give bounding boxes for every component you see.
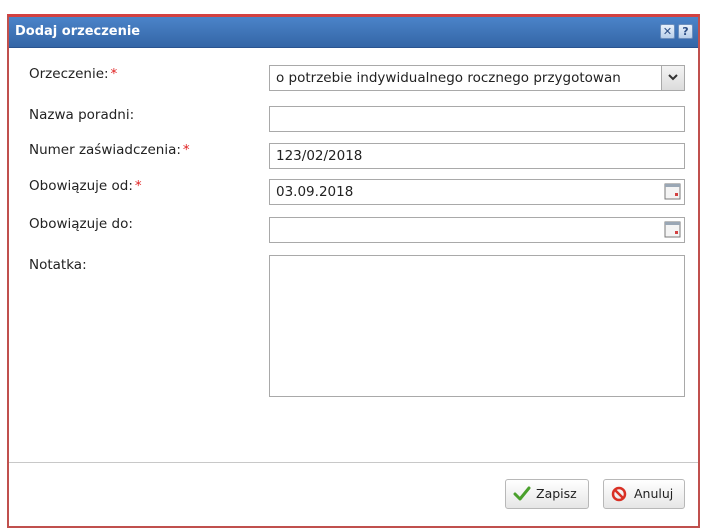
- checkmark-icon: [513, 486, 531, 501]
- obowiazuje-od-input[interactable]: 03.09.2018: [269, 179, 685, 205]
- close-icon[interactable]: ✕: [660, 24, 675, 39]
- help-icon[interactable]: ?: [678, 24, 693, 39]
- orzeczenie-label: Orzeczenie: *: [29, 66, 118, 82]
- numer-zaswiadczenia-input[interactable]: 123/02/2018: [269, 143, 685, 169]
- obowiazuje-do-label: Obowiązuje do:: [29, 216, 133, 232]
- notatka-textarea[interactable]: [269, 255, 685, 397]
- calendar-icon[interactable]: [664, 182, 682, 202]
- obowiazuje-od-value: 03.09.2018: [276, 184, 354, 200]
- required-marker: *: [110, 66, 118, 82]
- obowiazuje-do-input[interactable]: [269, 217, 685, 243]
- required-marker: *: [134, 178, 142, 194]
- dialog-titlebar: Dodaj orzeczenie ✕ ?: [9, 17, 698, 48]
- notatka-label: Notatka:: [29, 257, 87, 273]
- numer-zaswiadczenia-label: Numer zaświadczenia: *: [29, 142, 190, 158]
- dialog-footer: Zapisz Anuluj: [9, 462, 698, 526]
- calendar-icon[interactable]: [664, 220, 682, 240]
- dialog-title: Dodaj orzeczenie: [15, 24, 141, 39]
- nazwa-poradni-label: Nazwa poradni:: [29, 107, 135, 123]
- no-entry-icon: [611, 486, 627, 502]
- chevron-down-icon[interactable]: [661, 66, 684, 90]
- required-marker: *: [182, 142, 190, 158]
- save-label: Zapisz: [536, 486, 577, 501]
- nazwa-poradni-input[interactable]: [269, 106, 685, 132]
- orzeczenie-value: o potrzebie indywidualnego rocznego przy…: [276, 70, 621, 86]
- save-button[interactable]: Zapisz: [505, 479, 589, 509]
- obowiazuje-od-label: Obowiązuje od: *: [29, 178, 142, 194]
- dialog-window: Dodaj orzeczenie ✕ ? Orzeczenie: * o potr…: [7, 14, 700, 528]
- orzeczenie-select[interactable]: o potrzebie indywidualnego rocznego przy…: [269, 65, 685, 91]
- cancel-label: Anuluj: [634, 486, 674, 501]
- cancel-button[interactable]: Anuluj: [603, 479, 685, 509]
